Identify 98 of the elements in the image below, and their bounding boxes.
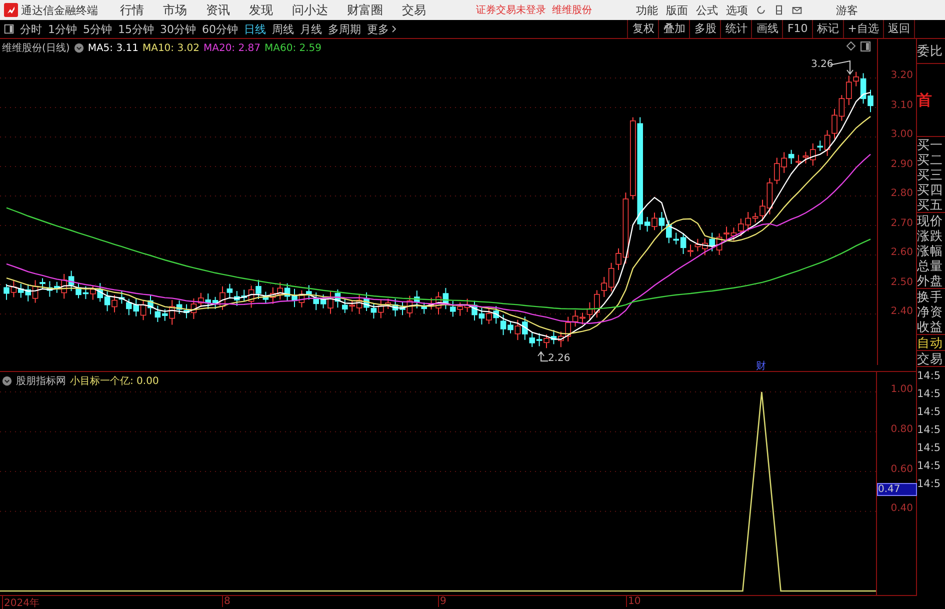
- low-price-label: 2.26: [548, 353, 570, 364]
- dropdown-icon[interactable]: [2, 376, 12, 386]
- menu-item[interactable]: 交易: [402, 2, 426, 18]
- menu-item[interactable]: 市场: [163, 2, 187, 18]
- tool-button[interactable]: 多股: [689, 20, 720, 38]
- value-axis-label: 1.00: [890, 384, 913, 395]
- date-axis-label: 10: [626, 596, 641, 607]
- quote-field-label: 自动: [917, 335, 944, 350]
- period-tab[interactable]: 60分钟: [202, 22, 238, 36]
- refresh-icon[interactable]: [756, 5, 766, 15]
- period-tab[interactable]: 1分钟: [48, 22, 77, 36]
- period-tab[interactable]: 日线: [244, 22, 266, 36]
- period-tab[interactable]: 多周期: [328, 22, 361, 36]
- date-axis-label: 8: [222, 596, 230, 607]
- quote-field-label: 净资: [917, 304, 944, 319]
- indicator-value: 小目标一个亿: 0.00: [70, 374, 159, 388]
- high-price-label: 3.26: [811, 59, 834, 70]
- quote-field-label: 14:5: [917, 441, 942, 456]
- quote-field-label: 换手: [917, 289, 944, 304]
- value-axis-label: 0.60: [890, 464, 913, 475]
- quote-field-label: 14:5: [917, 369, 942, 384]
- quote-field-label: 委比: [917, 42, 944, 60]
- quote-field-label: 买二: [917, 152, 944, 167]
- login-status: 证券交易未登录: [476, 4, 546, 17]
- period-tab[interactable]: 周线: [272, 22, 294, 36]
- price-axis-label: 3.10: [890, 100, 913, 110]
- price-axis-label: 2.60: [890, 247, 913, 258]
- panel-toggle-icon[interactable]: [4, 24, 14, 34]
- menu-item[interactable]: 财富圈: [347, 2, 383, 18]
- panel-icon[interactable]: [860, 42, 870, 52]
- user-name[interactable]: 游客: [836, 2, 858, 18]
- dropdown-icon[interactable]: [74, 43, 84, 53]
- diamond-icon[interactable]: [846, 41, 856, 51]
- tool-button[interactable]: 返回: [883, 20, 915, 38]
- indicator-title: 股朋指标网: [16, 374, 66, 388]
- chevron-right-icon[interactable]: [391, 24, 397, 34]
- quote-field-label: 14:5: [917, 423, 942, 438]
- event-marker: 财: [756, 360, 766, 373]
- indicator-value: MA60: 2.59: [264, 42, 322, 54]
- value-axis-label: 0.40: [890, 503, 913, 514]
- indicator-value: MA20: 2.87: [203, 42, 260, 54]
- tool-button[interactable]: 画线: [751, 20, 782, 38]
- tool-button[interactable]: F10: [782, 20, 812, 38]
- menu-item[interactable]: 发现: [249, 2, 273, 18]
- price-axis-label: 2.70: [890, 218, 913, 228]
- indicator-value: MA5: 3.11: [88, 42, 138, 54]
- quote-field-label: 14:5: [917, 405, 942, 420]
- cursor-value-label: 0.47: [877, 483, 917, 496]
- phone-icon[interactable]: [774, 5, 784, 15]
- quote-field-label: 涨幅: [917, 243, 944, 258]
- price-axis-label: 2.80: [890, 188, 913, 199]
- price-axis-label: 3.20: [890, 70, 913, 81]
- indicator-value: MA10: 3.02: [142, 42, 200, 54]
- app-title: 通达信金融终端: [21, 2, 99, 18]
- quote-field-label: 涨跌: [917, 228, 944, 243]
- chart-title: 维维股份(日线): [2, 42, 70, 55]
- period-tab[interactable]: 分时: [20, 22, 42, 36]
- tool-button[interactable]: 复权: [627, 20, 658, 38]
- quote-field-label: 买三: [917, 167, 944, 182]
- quote-field-label: 14:5: [917, 459, 942, 474]
- price-axis-label: 2.50: [890, 276, 913, 288]
- value-axis-label: 0.80: [890, 424, 913, 435]
- period-tab[interactable]: 5分钟: [83, 22, 112, 36]
- date-axis-label: 9: [438, 596, 446, 607]
- price-axis-label: 3.00: [890, 129, 913, 140]
- quote-field-label: 买四: [917, 182, 944, 197]
- stock-name: 维维股份: [552, 4, 592, 17]
- quote-field-label: 14:5: [917, 477, 942, 492]
- quote-field-label: 收益: [917, 319, 944, 334]
- period-tab[interactable]: 30分钟: [160, 22, 196, 36]
- app-logo-icon: [4, 3, 18, 17]
- quote-field-label: 外盘: [917, 273, 944, 288]
- quote-field-label: 总量: [917, 258, 944, 273]
- menu-item[interactable]: 行情: [120, 2, 144, 18]
- tool-button[interactable]: +自选: [842, 20, 883, 38]
- price-axis-label: 2.40: [890, 306, 913, 317]
- period-tab[interactable]: 月线: [300, 22, 322, 36]
- quote-field-label: 现价: [917, 213, 944, 228]
- tool-button[interactable]: 统计: [720, 20, 752, 38]
- period-tab[interactable]: 更多: [367, 22, 389, 36]
- menu-item[interactable]: 功能: [636, 2, 658, 18]
- quote-field-label: 14:5: [917, 387, 942, 402]
- menu-item[interactable]: 选项: [726, 2, 748, 18]
- tool-button[interactable]: 叠加: [658, 20, 690, 38]
- period-tab[interactable]: 15分钟: [118, 22, 154, 36]
- menu-item[interactable]: 版面: [666, 2, 688, 18]
- mail-icon[interactable]: [792, 5, 802, 15]
- quote-field-label: 买一: [917, 137, 944, 152]
- quote-field-label: 买五: [917, 197, 944, 212]
- quote-field-label: 首: [917, 92, 933, 108]
- tool-button[interactable]: 标记: [812, 20, 843, 38]
- price-axis-label: 2.90: [890, 158, 913, 170]
- date-axis-label: 2024年: [2, 596, 40, 609]
- quote-field-label: 交易: [917, 351, 944, 366]
- menu-item[interactable]: 资讯: [206, 2, 230, 18]
- leader-arrow: [538, 351, 548, 362]
- menu-item[interactable]: 公式: [696, 2, 718, 18]
- menu-item[interactable]: 问小达: [292, 2, 328, 18]
